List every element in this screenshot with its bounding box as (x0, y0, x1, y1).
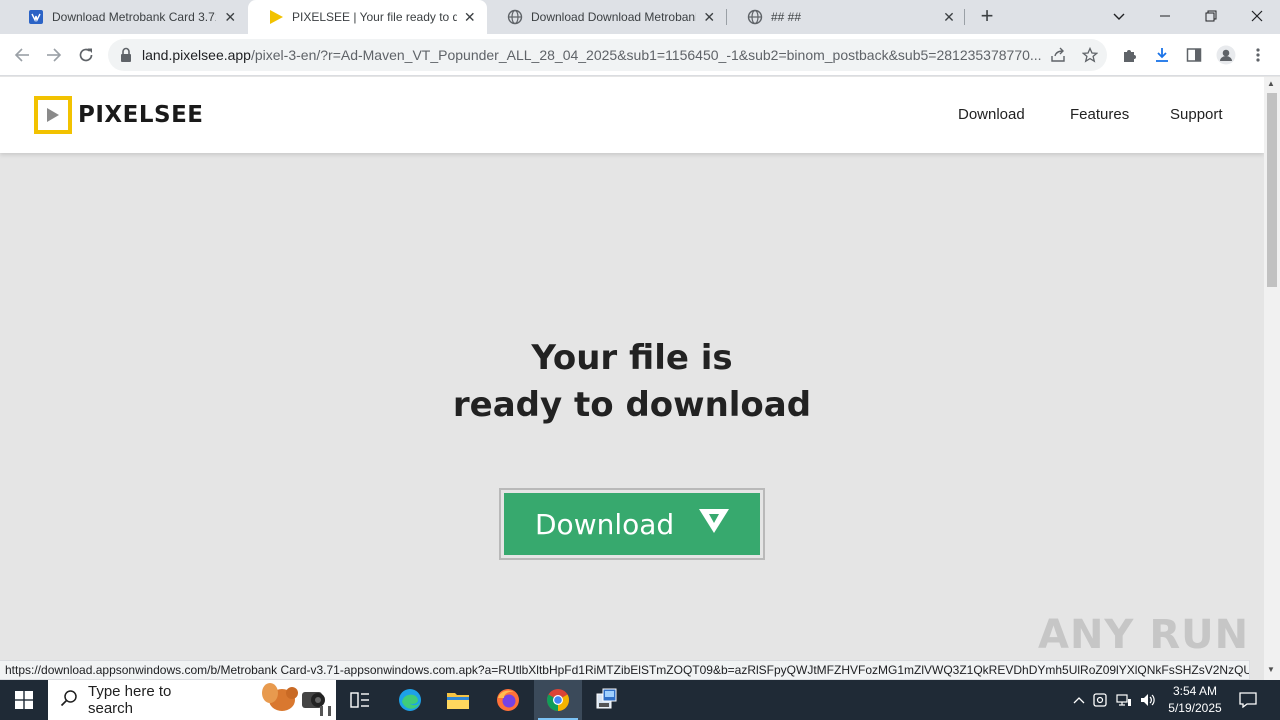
globe-icon (747, 9, 763, 25)
close-window-icon[interactable] (1234, 0, 1280, 32)
scrollbar-thumb[interactable] (1267, 93, 1277, 287)
pixelsee-play-icon (268, 9, 284, 25)
volume-icon[interactable] (1136, 693, 1160, 707)
system-tray (1070, 680, 1160, 720)
network-icon[interactable] (1112, 693, 1136, 707)
browser-toolbar: land.pixelsee.app/pixel-3-en/?r=Ad-Maven… (0, 34, 1280, 76)
task-view-icon[interactable] (336, 680, 384, 720)
minimize-icon[interactable] (1142, 0, 1188, 32)
tab-separator (964, 9, 965, 25)
bookmark-star-icon[interactable] (1080, 45, 1100, 65)
anyrun-watermark: ANY RUN (1038, 612, 1250, 658)
address-bar[interactable]: land.pixelsee.app/pixel-3-en/?r=Ad-Maven… (108, 39, 1107, 71)
logo-play-icon (34, 96, 72, 134)
extensions-puzzle-icon[interactable] (1118, 43, 1142, 67)
firefox-icon[interactable] (484, 680, 532, 720)
browser-tab-strip: Download Metrobank Card 3.71 ✕ PIXELSEE … (0, 0, 1280, 34)
windows-start-icon[interactable] (0, 680, 48, 720)
url-text: land.pixelsee.app/pixel-3-en/?r=Ad-Maven… (142, 47, 1042, 63)
download-button-label: Download (535, 507, 675, 541)
triangle-down-icon (698, 508, 730, 541)
tab-metrobank-card[interactable]: Download Metrobank Card 3.71 ✕ (8, 0, 248, 34)
nav-features[interactable]: Features (1070, 106, 1129, 123)
taskbar-search-box[interactable]: Type here to search (48, 680, 336, 720)
scroll-up-icon[interactable]: ▲ (1267, 79, 1275, 88)
share-icon[interactable] (1048, 45, 1068, 65)
reload-icon[interactable] (74, 43, 98, 67)
profile-avatar-icon[interactable] (1214, 43, 1238, 67)
link-status-bar: https://download.appsonwindows.com/b/Met… (0, 660, 1250, 680)
download-button-face[interactable]: Download (504, 493, 760, 555)
pixelsee-logo[interactable]: PIXELSEE (34, 96, 204, 134)
page-title-line-2: ready to download (452, 385, 812, 425)
tab-close-icon[interactable]: ✕ (702, 9, 717, 25)
side-panel-icon[interactable] (1182, 43, 1206, 67)
tray-chevron-up-icon[interactable] (1070, 696, 1088, 704)
scroll-down-icon[interactable]: ▼ (1267, 665, 1275, 674)
restore-icon[interactable] (1188, 0, 1234, 32)
tab-search-chevron-icon[interactable] (1096, 0, 1142, 32)
meet-now-icon[interactable] (1088, 693, 1112, 707)
page-scrollbar[interactable]: ▲ ▼ (1264, 77, 1280, 680)
windows-taskbar: Type here to search 3:54 AM 5/19/2025 (0, 680, 1280, 720)
tab-pixelsee[interactable]: PIXELSEE | Your file ready to dow ✕ (248, 0, 487, 34)
tab-hash[interactable]: ## ## ✕ (727, 0, 967, 34)
tab-close-icon[interactable]: ✕ (222, 9, 238, 25)
file-explorer-icon[interactable] (434, 680, 482, 720)
tab-download-metrobank[interactable]: Download Download Metrobank ✕ (487, 0, 727, 34)
menu-kebab-icon[interactable] (1246, 43, 1270, 67)
clock-time: 3:54 AM (1172, 684, 1218, 698)
taskbar-clock[interactable]: 3:54 AM 5/19/2025 (1160, 683, 1230, 717)
nav-download[interactable]: Download (958, 106, 1025, 123)
edge-icon[interactable] (386, 680, 434, 720)
tab-close-icon[interactable]: ✕ (941, 9, 957, 25)
notification-center-icon[interactable] (1236, 680, 1260, 720)
nav-support[interactable]: Support (1170, 106, 1223, 123)
globe-icon (507, 9, 523, 25)
web-page: PIXELSEE Download Features Support Your … (0, 77, 1264, 680)
download-button[interactable]: Download (499, 488, 765, 560)
site-header: PIXELSEE Download Features Support (0, 77, 1264, 153)
page-title-line-1: Your file is (531, 338, 733, 378)
downloads-icon[interactable] (1150, 43, 1174, 67)
blue-doc-icon (28, 9, 44, 25)
back-arrow-icon[interactable] (10, 43, 34, 67)
clock-date: 5/19/2025 (1168, 701, 1222, 715)
lock-icon[interactable] (120, 47, 132, 68)
tab-close-icon[interactable]: ✕ (463, 9, 477, 25)
chrome-icon[interactable] (534, 680, 582, 720)
installer-app-icon[interactable] (582, 680, 630, 720)
search-highlight-squirrel-icon (260, 680, 336, 720)
new-tab-button[interactable]: + (976, 5, 998, 28)
forward-arrow-icon[interactable] (42, 43, 66, 67)
page-title: Your file is ready to download (332, 335, 932, 429)
search-icon (60, 689, 78, 711)
